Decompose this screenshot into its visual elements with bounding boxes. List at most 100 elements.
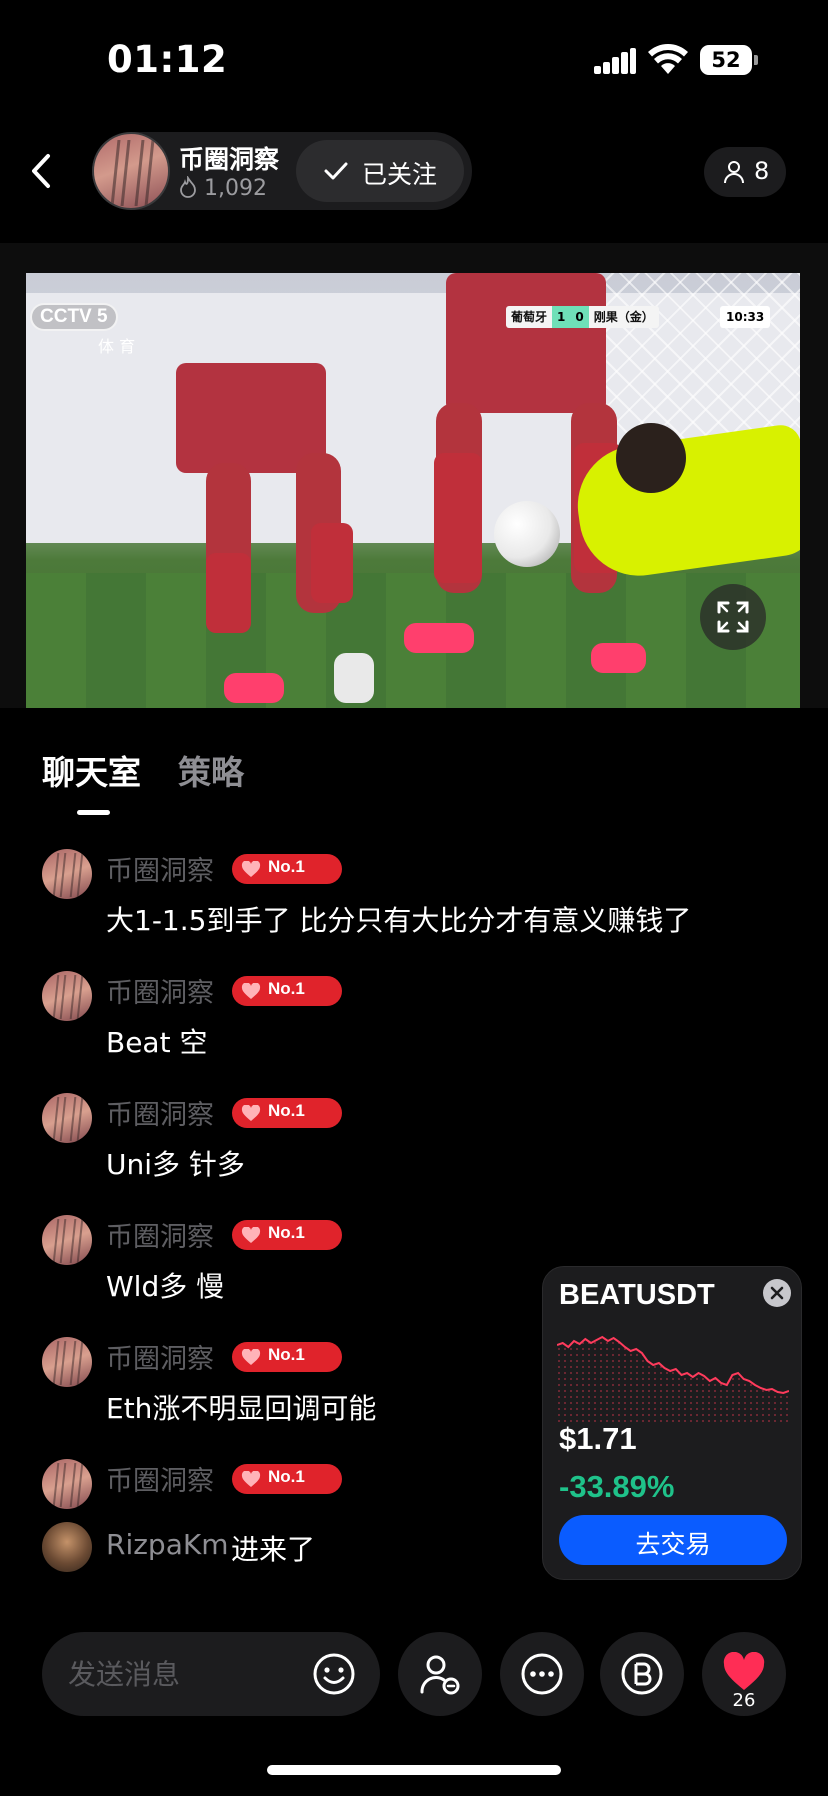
- rank-badge-label: No.1: [268, 1223, 305, 1242]
- rank-badge: No.1: [232, 1220, 342, 1250]
- host-avatar[interactable]: [92, 132, 170, 210]
- chat-text: Uni多 针多: [106, 1148, 245, 1181]
- video-area: CCTV 5 体 育 葡萄牙 1 0 刚果（金） 10:33: [0, 243, 828, 708]
- ticker-card[interactable]: BEATUSDT $1.71 -33.89% 去交易: [542, 1266, 802, 1580]
- back-button[interactable]: [22, 146, 62, 196]
- rank-badge-label: No.1: [268, 1467, 305, 1486]
- rank-badge: No.1: [232, 1464, 342, 1494]
- chat-message: 币圈洞察 No.1 Beat 空: [0, 971, 828, 1081]
- avatar[interactable]: [42, 1093, 92, 1143]
- team-away: 刚果（金）: [593, 310, 654, 324]
- score-home: 1: [552, 306, 571, 328]
- channel-logo: CCTV 5: [30, 303, 118, 331]
- like-count: 26: [732, 1690, 756, 1711]
- more-options-button[interactable]: [500, 1632, 584, 1716]
- rank-badge: No.1: [232, 1098, 342, 1128]
- follow-label: 已关注: [362, 160, 438, 189]
- avatar[interactable]: [42, 1337, 92, 1387]
- heart-icon: [723, 1652, 765, 1690]
- user-add-icon: [420, 1655, 460, 1695]
- person-icon: [724, 161, 744, 184]
- scoreboard: 葡萄牙 1 0 刚果（金）: [506, 306, 659, 328]
- host-heat-count: 1,092: [179, 174, 267, 201]
- ticker-symbol: BEATUSDT: [559, 1279, 715, 1311]
- team-home: 葡萄牙: [511, 310, 548, 324]
- follow-button[interactable]: 已关注: [296, 140, 464, 202]
- close-icon: [770, 1286, 784, 1300]
- chat-message: 币圈洞察 No.1 大1-1.5到手了 比分只有大比分才有意义赚钱了: [0, 849, 828, 959]
- cellular-signal-icon: [594, 48, 636, 74]
- heat-value: 1,092: [204, 176, 267, 201]
- check-icon: [324, 162, 348, 180]
- player-boot: [404, 623, 474, 653]
- viewer-count: 8: [754, 157, 770, 185]
- chat-username[interactable]: 币圈洞察: [106, 849, 214, 888]
- chat-username[interactable]: 币圈洞察: [106, 971, 214, 1010]
- close-ticker-button[interactable]: [763, 1279, 791, 1307]
- heart-icon: [241, 861, 261, 877]
- message-input-box[interactable]: [42, 1632, 380, 1716]
- chat-username[interactable]: 币圈洞察: [106, 1215, 214, 1254]
- rank-badge: No.1: [232, 1342, 342, 1372]
- flame-icon: [180, 174, 196, 198]
- fullscreen-button[interactable]: [700, 584, 766, 650]
- chat-username[interactable]: 币圈洞察: [106, 1459, 214, 1498]
- coin-button[interactable]: [600, 1632, 684, 1716]
- heart-icon: [241, 1105, 261, 1121]
- avatar[interactable]: [42, 849, 92, 899]
- price-sparkline: [557, 1335, 789, 1423]
- expand-icon: [717, 601, 749, 633]
- avatar[interactable]: [42, 971, 92, 1021]
- rank-badge-label: No.1: [268, 857, 305, 876]
- channel-sub: 体 育: [98, 337, 136, 356]
- tab-strategy[interactable]: 策略: [178, 746, 244, 794]
- chat-text: Wld多 慢: [106, 1270, 225, 1303]
- player-shorts: [446, 273, 606, 413]
- chat-text: Eth涨不明显回调可能: [106, 1392, 377, 1425]
- player-boot: [591, 643, 646, 673]
- ticker-change: -33.89%: [559, 1469, 675, 1504]
- player-sock: [311, 523, 353, 603]
- heart-icon: [241, 983, 261, 999]
- emoji-icon[interactable]: [312, 1652, 356, 1696]
- battery-icon: 52: [700, 45, 758, 75]
- invite-user-button[interactable]: [398, 1632, 482, 1716]
- trade-label: 去交易: [635, 1530, 711, 1559]
- status-bar: 01:12 52: [0, 0, 828, 120]
- message-input[interactable]: [68, 1652, 298, 1696]
- player-sock: [434, 453, 482, 583]
- tab-indicator: [77, 810, 110, 815]
- battery-level: 52: [711, 48, 741, 72]
- trade-button[interactable]: 去交易: [559, 1515, 787, 1565]
- host-info-pill[interactable]: 币圈洞察 1,092 已关注: [92, 132, 472, 210]
- live-video[interactable]: CCTV 5 体 育 葡萄牙 1 0 刚果（金） 10:33: [26, 273, 800, 708]
- heart-icon: [241, 1471, 261, 1487]
- chat-username[interactable]: 币圈洞察: [106, 1337, 214, 1376]
- chat-text: Beat 空: [106, 1026, 208, 1059]
- chat-text: 大1-1.5到手了 比分只有大比分才有意义赚钱了: [106, 904, 692, 937]
- rank-badge: No.1: [232, 854, 342, 884]
- chat-message: 币圈洞察 No.1 Uni多 针多: [0, 1093, 828, 1203]
- rank-badge: No.1: [232, 976, 342, 1006]
- home-indicator[interactable]: [267, 1765, 561, 1775]
- avatar[interactable]: [42, 1215, 92, 1265]
- player-boot: [224, 673, 284, 703]
- avatar[interactable]: [42, 1522, 92, 1572]
- football: [494, 501, 560, 567]
- coin-b-icon: [621, 1653, 663, 1695]
- player-sock: [206, 553, 251, 633]
- join-username[interactable]: RizpaKm: [106, 1528, 229, 1561]
- viewer-count-button[interactable]: 8: [704, 147, 786, 197]
- rank-badge-label: No.1: [268, 979, 305, 998]
- goalkeeper-head: [616, 423, 686, 493]
- heart-icon: [241, 1227, 261, 1243]
- score-away: 0: [570, 306, 589, 328]
- chat-username[interactable]: 币圈洞察: [106, 1093, 214, 1132]
- match-clock: 10:33: [720, 306, 771, 328]
- avatar[interactable]: [42, 1459, 92, 1509]
- tab-chat-room[interactable]: 聊天室: [42, 746, 141, 794]
- sparkline-fill: [557, 1337, 789, 1423]
- rank-badge-label: No.1: [268, 1101, 305, 1120]
- more-icon: [521, 1653, 563, 1695]
- heart-icon: [241, 1349, 261, 1365]
